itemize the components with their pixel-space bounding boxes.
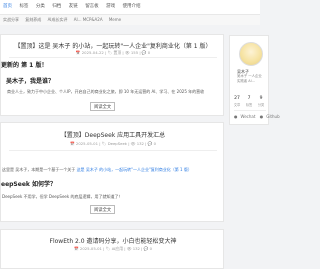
stat-label: 文章 [233, 103, 241, 107]
profile-card: 吴木子 吴木子 一人企业实践者 AI... 27 7 9 文章 标签 分类 ● W… [229, 35, 280, 125]
post-excerpt: DeepSeek 不用学，但学 DeepSeek 的底层逻辑，用了就知道了！ [2, 194, 123, 199]
post-meta: 📅 2025-04-22 | 🏷 置顶 | 👁 155 | 💬 0 [75, 50, 151, 55]
divider [234, 110, 266, 111]
post-title[interactable]: 【置顶】这是 吴木子 的小站，一起玩转"一人企业"复利商业化（第 1 版） [1, 41, 225, 50]
wechat-icon[interactable]: ● [234, 114, 238, 119]
post-meta: 📅 2025-05-01 | 🏷 AI应用 | 👁 132 | 💬 0 [73, 246, 153, 251]
stat-value[interactable]: 9 [256, 96, 266, 101]
nav-item-archive[interactable]: 归档 [52, 3, 61, 9]
post-excerpt: 商业人士，致力于中小企业、个人IP，开启自己的商业化之旅，即 10 年无运营的 … [7, 89, 205, 94]
stat-label: 分类 [257, 103, 265, 107]
nav-item-home[interactable]: 首页 [3, 3, 12, 9]
social-links: ● Wechat ● Github [234, 114, 283, 119]
post-card: 【置顶】DeepSeek 应用工具开发汇总 📅 2025-05-01 | 🏷 D… [0, 122, 224, 222]
subnav-item[interactable]: AI成长实评 [48, 17, 68, 22]
main-nav: 首页 标签 分类 归档 友链 留言板 游戏 使用介绍 [0, 3, 147, 9]
nav-item-categories[interactable]: 分类 [36, 3, 45, 9]
post-heading: 更新的 第 1 版！ [1, 62, 48, 69]
profile-description: 吴木子 一人企业实践者 AI... [237, 74, 262, 83]
post-title[interactable]: FlowEth 2.0 邀请码分享，小白也能轻松变大神 [1, 236, 225, 245]
intro-text: 本期是一个基于一个关于 [31, 167, 77, 172]
subnav-item[interactable]: Meme [109, 17, 121, 22]
post-heading: 吴木子，我是谁？ [6, 78, 55, 85]
subnav-item[interactable]: 复刻养成 [25, 17, 41, 22]
stat-value[interactable]: 27 [232, 96, 242, 101]
read-more-button[interactable]: 阅读全文 [90, 205, 116, 214]
github-link[interactable]: Github [266, 114, 279, 119]
divider [9, 150, 217, 151]
intro-text: 这里是 吴木子， [2, 167, 32, 172]
stat-label: 标签 [245, 103, 253, 107]
category-subnav: 实战分享 复刻养成 AI成长实评 AI... MCP&A2A Meme [0, 15, 260, 25]
wechat-link[interactable]: Wechat [241, 114, 256, 119]
top-nav-bar: 首页 标签 分类 归档 友链 留言板 游戏 使用介绍 [0, 0, 260, 15]
nav-item-tags[interactable]: 标签 [19, 3, 28, 9]
subnav-item[interactable]: AI... MCP&A2A [74, 17, 103, 22]
post-intro: 这里是 吴木子，本期是一个基于一个关于 这是 吴木子 的小站，一起玩转"一人企业… [2, 167, 192, 173]
divider [9, 57, 217, 58]
post-heading: eepSeek 如何学？ [1, 181, 56, 188]
post-card: 【置顶】这是 吴木子 的小站，一起玩转"一人企业"复利商业化（第 1 版） 📅 … [0, 34, 224, 116]
nav-item-games[interactable]: 游戏 [106, 3, 115, 9]
post-title[interactable]: 【置顶】DeepSeek 应用工具开发汇总 [1, 130, 225, 139]
nav-item-guestbook[interactable]: 留言板 [85, 3, 99, 9]
nav-item-friends[interactable]: 友链 [69, 3, 78, 9]
subnav-item[interactable]: 实战分享 [3, 17, 19, 22]
intro-link[interactable]: 这是 吴木子 的小站，一起玩转"一人企业"复利商业化（第 1 版） [77, 167, 192, 172]
github-icon[interactable]: ● [260, 114, 264, 119]
post-meta: 📅 2025-05-01 | 🏷 DeepSeek | 👁 132 | 💬 0 [69, 141, 157, 146]
stat-value[interactable]: 7 [244, 96, 254, 101]
post-card: FlowEth 2.0 邀请码分享，小白也能轻松变大神 📅 2025-05-01… [0, 229, 224, 269]
avatar[interactable] [239, 42, 263, 66]
nav-item-guide[interactable]: 使用介绍 [123, 3, 141, 9]
read-more-button[interactable]: 阅读全文 [90, 102, 116, 111]
